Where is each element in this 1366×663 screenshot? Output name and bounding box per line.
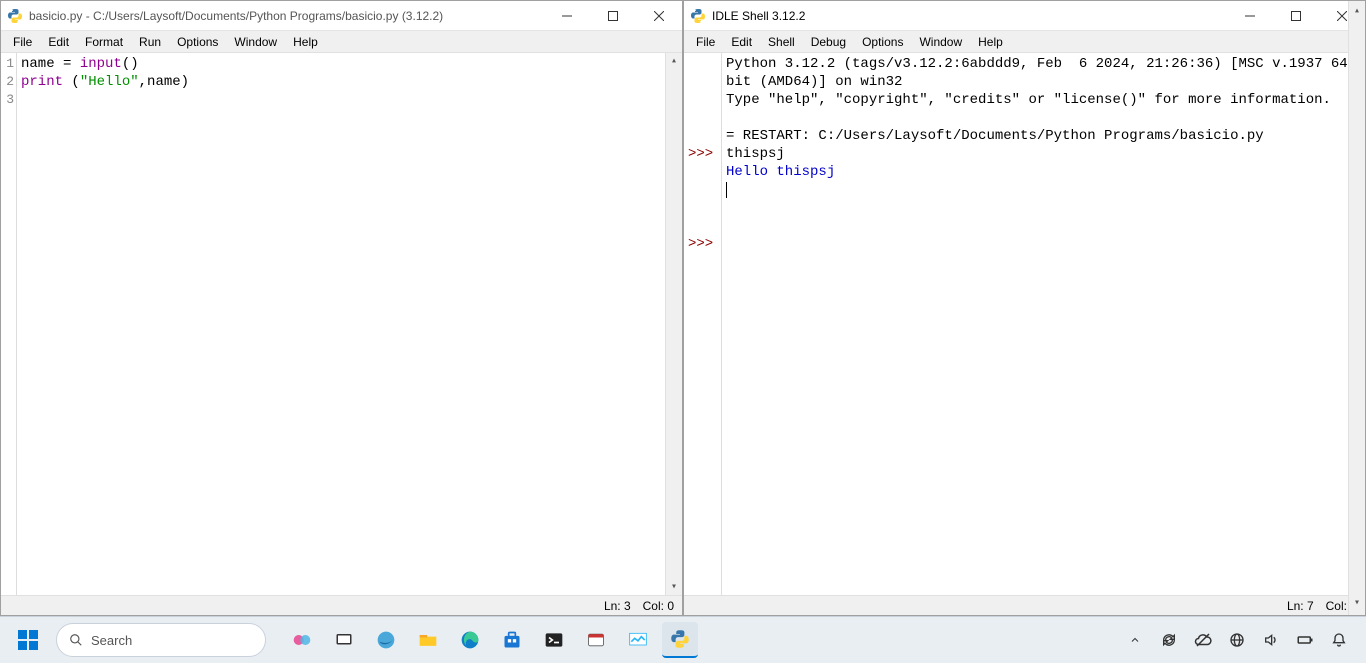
maximize-button[interactable]: [590, 1, 636, 30]
idle-editor-window: basicio.py - C:/Users/Laysoft/Documents/…: [0, 0, 683, 616]
shell-stdout: Hello thispsj: [726, 164, 835, 180]
editor-statusbar: Ln: 3 Col: 0: [1, 595, 682, 615]
menu-window[interactable]: Window: [226, 33, 285, 51]
code-token: input: [80, 56, 122, 72]
shell-window-controls: [1227, 1, 1365, 30]
menu-shell[interactable]: Shell: [760, 33, 803, 51]
minimize-button[interactable]: [544, 1, 590, 30]
menu-help[interactable]: Help: [970, 33, 1011, 51]
code-token: (): [122, 56, 139, 72]
tray-notification-icon[interactable]: [1328, 629, 1350, 651]
shell-banner: Type "help", "copyright", "credits" or "…: [726, 92, 1331, 108]
tray-chevron-up-icon[interactable]: [1124, 629, 1146, 651]
start-button[interactable]: [10, 622, 46, 658]
taskbar-app-explorer[interactable]: [410, 622, 446, 658]
shell-banner: Python 3.12.2 (tags/v3.12.2:6abddd9, Feb…: [726, 56, 1356, 90]
editor-body: 1 2 3 name = input() print ("Hello",name…: [1, 53, 682, 595]
tray-sync-icon[interactable]: [1158, 629, 1180, 651]
taskbar-search[interactable]: Search: [56, 623, 266, 657]
menu-window[interactable]: Window: [911, 33, 970, 51]
shell-titlebar[interactable]: IDLE Shell 3.12.2: [684, 1, 1365, 31]
windows-logo-icon: [18, 630, 38, 650]
menu-file[interactable]: File: [688, 33, 723, 51]
code-token: ,name): [139, 74, 189, 90]
taskbar-app-edge[interactable]: [368, 622, 404, 658]
tray-language-icon[interactable]: [1226, 629, 1248, 651]
editor-title-text: basicio.py - C:/Users/Laysoft/Documents/…: [29, 9, 544, 23]
search-icon: [69, 633, 83, 647]
menu-edit[interactable]: Edit: [40, 33, 77, 51]
shell-text-area[interactable]: Python 3.12.2 (tags/v3.12.2:6abddd9, Feb…: [722, 53, 1365, 595]
taskbar-app-terminal[interactable]: [536, 622, 572, 658]
line-number: 3: [1, 91, 14, 109]
shell-prompt: >>>: [688, 145, 719, 163]
taskbar-app-store[interactable]: [494, 622, 530, 658]
status-line: Ln: 7: [1287, 599, 1314, 613]
status-line: Ln: 3: [604, 599, 631, 613]
close-button[interactable]: [636, 1, 682, 30]
shell-prompt-gutter: >>> >>>: [684, 53, 722, 595]
line-number-gutter: 1 2 3: [1, 53, 17, 595]
status-col: Col: 0: [643, 599, 674, 613]
menu-options[interactable]: Options: [854, 33, 911, 51]
shell-statusbar: Ln: 7 Col: 0: [684, 595, 1365, 615]
windows-taskbar: Search: [0, 616, 1366, 663]
code-token: "Hello": [80, 74, 139, 90]
code-text-area[interactable]: name = input() print ("Hello",name): [17, 53, 682, 595]
taskbar-app-generic[interactable]: [578, 622, 614, 658]
scroll-down-icon[interactable]: ▾: [671, 581, 677, 593]
scroll-up-icon[interactable]: ▴: [671, 55, 677, 67]
taskbar-app-edge2[interactable]: [452, 622, 488, 658]
code-token: (: [71, 74, 79, 90]
text-cursor: [726, 182, 727, 198]
shell-menubar: File Edit Shell Debug Options Window Hel…: [684, 31, 1365, 53]
menu-options[interactable]: Options: [169, 33, 226, 51]
vertical-scrollbar[interactable]: ▴ ▾: [1348, 53, 1365, 595]
menu-run[interactable]: Run: [131, 33, 169, 51]
line-number: 2: [1, 73, 14, 91]
line-number: 1: [1, 55, 14, 73]
tray-cloud-icon[interactable]: [1192, 629, 1214, 651]
taskbar-app-taskview[interactable]: [326, 622, 362, 658]
menu-help[interactable]: Help: [285, 33, 326, 51]
idle-shell-window: IDLE Shell 3.12.2 File Edit Shell Debug …: [683, 0, 1366, 616]
maximize-button[interactable]: [1273, 1, 1319, 30]
minimize-button[interactable]: [1227, 1, 1273, 30]
vertical-scrollbar[interactable]: ▴ ▾: [665, 53, 682, 595]
tray-volume-icon[interactable]: [1260, 629, 1282, 651]
taskbar-app-idle[interactable]: [662, 622, 698, 658]
shell-user-input: thispsj: [726, 146, 785, 162]
system-tray: [1124, 629, 1356, 651]
menu-debug[interactable]: Debug: [803, 33, 854, 51]
python-icon: [7, 8, 23, 24]
search-placeholder: Search: [91, 633, 132, 648]
code-token: print: [21, 74, 71, 90]
taskbar-app-monitor[interactable]: [620, 622, 656, 658]
taskbar-app-copilot[interactable]: [284, 622, 320, 658]
shell-body: >>> >>> Python 3.12.2 (tags/v3.12.2:6abd…: [684, 53, 1365, 595]
code-token: =: [63, 56, 80, 72]
shell-prompt: >>>: [688, 235, 719, 253]
shell-title-text: IDLE Shell 3.12.2: [712, 9, 1227, 23]
menu-file[interactable]: File: [5, 33, 40, 51]
code-token: name: [21, 56, 63, 72]
shell-restart-line: = RESTART: C:/Users/Laysoft/Documents/Py…: [726, 128, 1264, 144]
menu-edit[interactable]: Edit: [723, 33, 760, 51]
tray-battery-icon[interactable]: [1294, 629, 1316, 651]
editor-window-controls: [544, 1, 682, 30]
python-icon: [690, 8, 706, 24]
editor-menubar: File Edit Format Run Options Window Help: [1, 31, 682, 53]
editor-titlebar[interactable]: basicio.py - C:/Users/Laysoft/Documents/…: [1, 1, 682, 31]
menu-format[interactable]: Format: [77, 33, 131, 51]
